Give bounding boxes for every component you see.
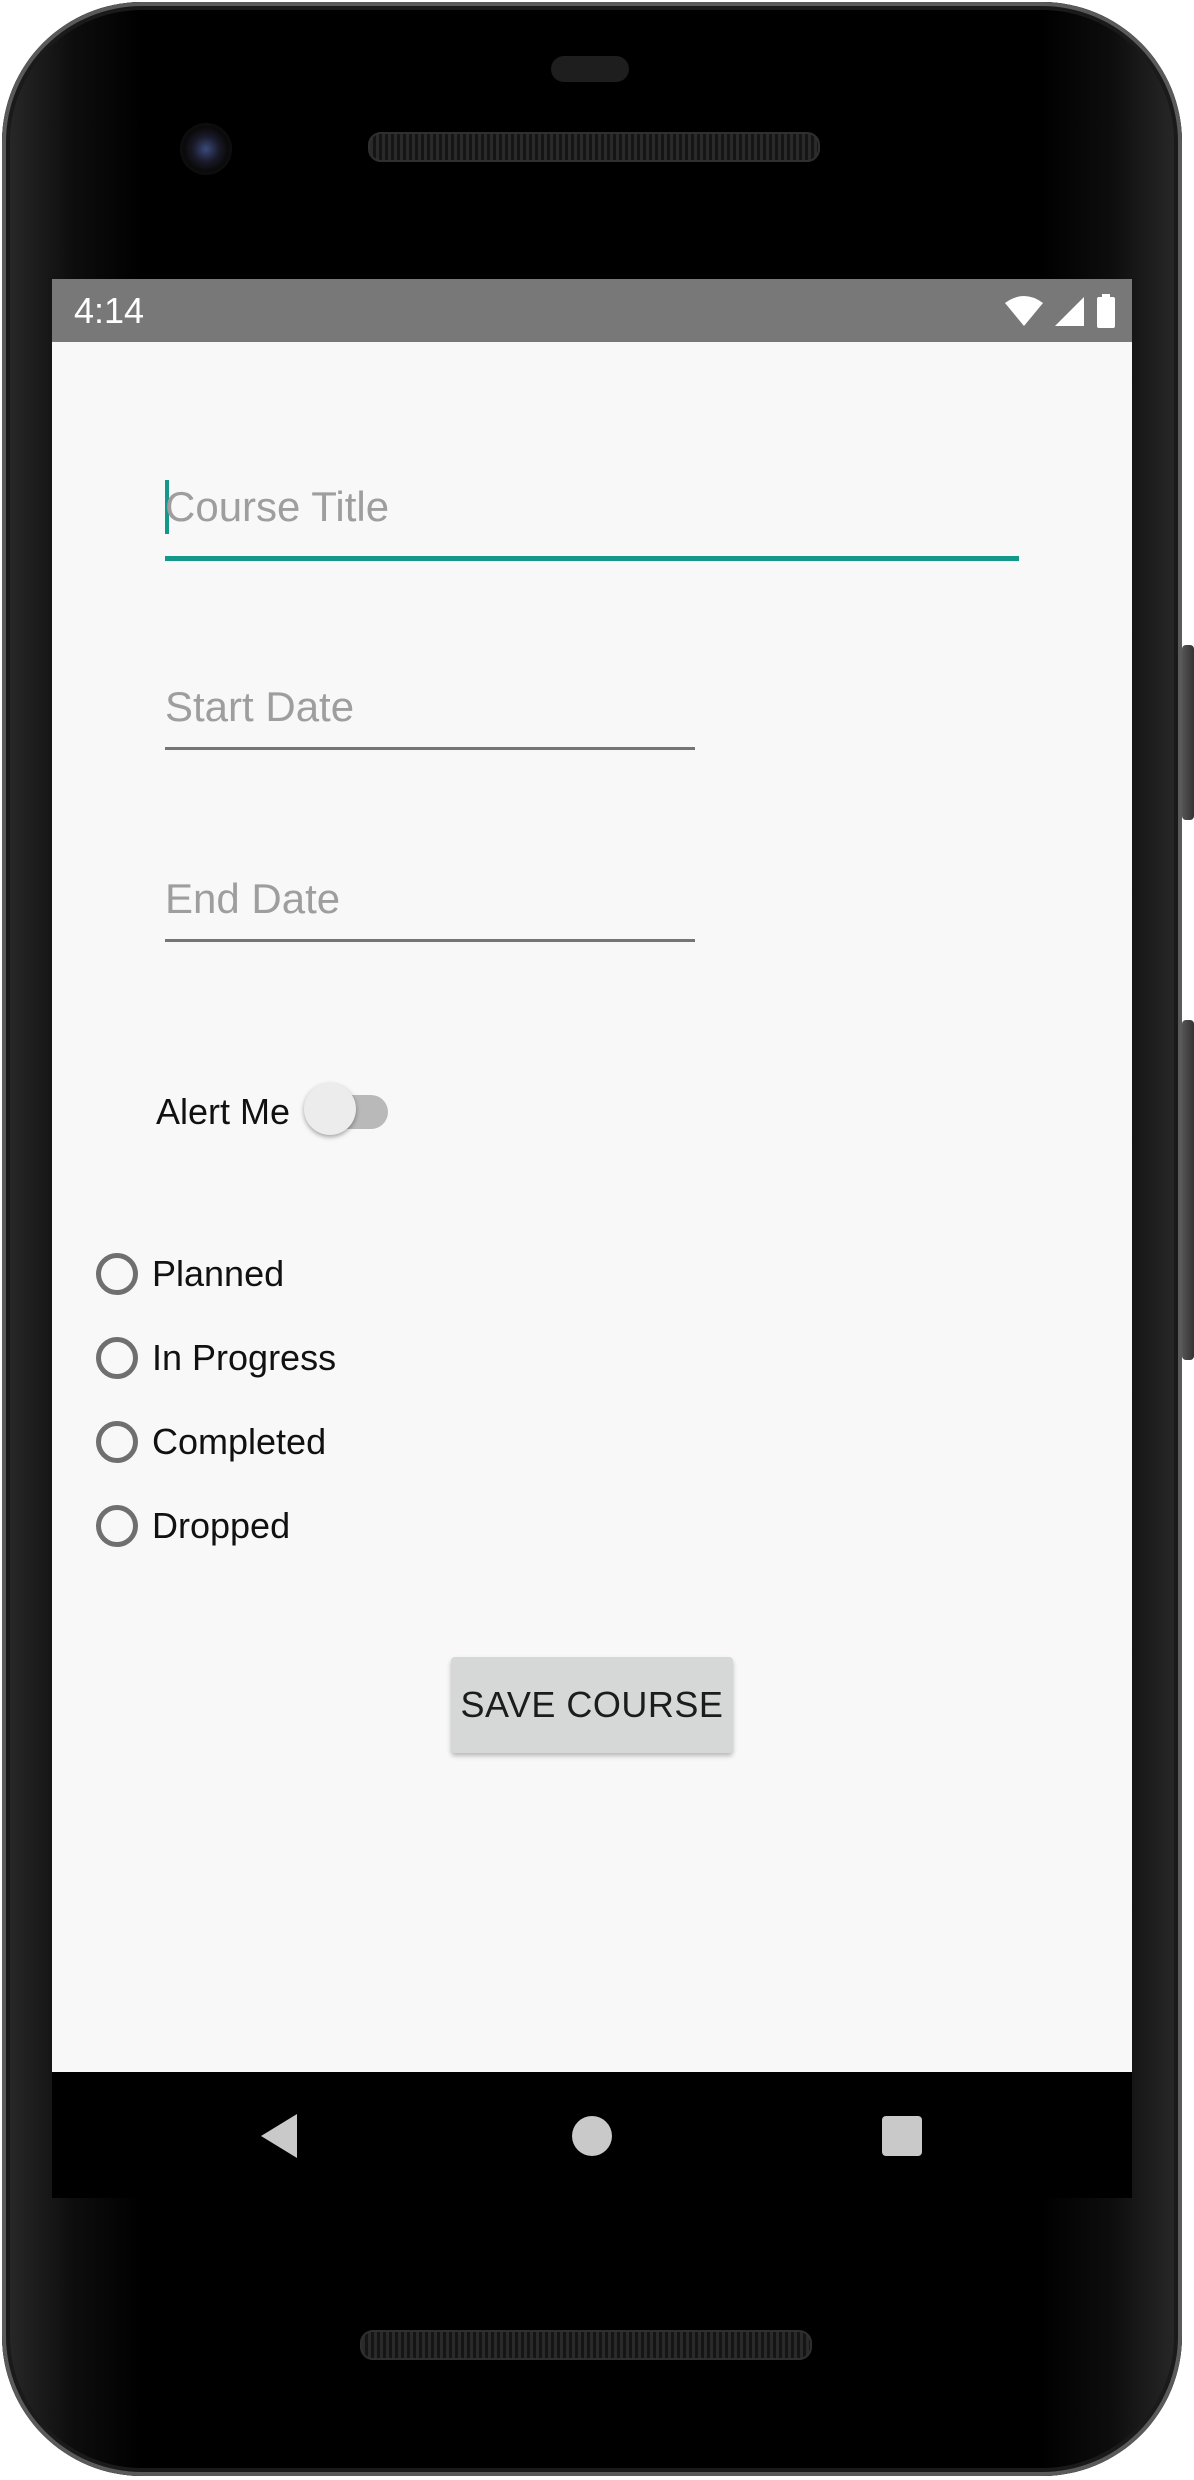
wifi-icon xyxy=(1005,296,1043,326)
end-date-field[interactable]: End Date xyxy=(165,875,695,942)
end-date-placeholder: End Date xyxy=(165,875,341,922)
status-bar: 4:14 xyxy=(52,279,1132,342)
bottom-speaker xyxy=(360,2330,812,2360)
radio-circle-icon xyxy=(96,1421,138,1463)
course-title-field[interactable]: Course Title xyxy=(165,475,1019,561)
home-button[interactable] xyxy=(564,2108,620,2164)
radio-completed[interactable]: Completed xyxy=(94,1412,326,1472)
radio-label: Completed xyxy=(152,1421,327,1462)
navigation-bar xyxy=(52,2072,1132,2198)
end-date-underline xyxy=(165,939,695,942)
app-screen: 4:14 Course Title Start Date End Date Al… xyxy=(52,279,1132,2072)
start-date-placeholder: Start Date xyxy=(165,683,355,730)
radio-label: Dropped xyxy=(152,1505,291,1546)
radio-label: Planned xyxy=(152,1253,285,1294)
alert-me-switch[interactable] xyxy=(304,1080,394,1140)
recents-button[interactable] xyxy=(874,2108,930,2164)
recents-icon xyxy=(882,2116,922,2156)
status-icons xyxy=(1004,291,1116,331)
volume-button xyxy=(1182,1020,1194,1360)
cellular-signal-icon xyxy=(1055,297,1084,326)
radio-dropped[interactable]: Dropped xyxy=(94,1496,290,1556)
proximity-sensor xyxy=(551,56,629,82)
home-icon xyxy=(572,2116,612,2156)
phone-device: 4:14 Course Title Start Date End Date Al… xyxy=(0,0,1194,2480)
status-time: 4:14 xyxy=(74,290,145,331)
start-date-field[interactable]: Start Date xyxy=(165,683,695,750)
battery-icon xyxy=(1097,294,1115,328)
earpiece-speaker xyxy=(368,132,820,162)
radio-circle-icon xyxy=(96,1337,138,1379)
back-button[interactable] xyxy=(252,2108,308,2164)
radio-planned[interactable]: Planned xyxy=(94,1244,284,1304)
save-course-button[interactable]: SAVE COURSE xyxy=(451,1657,733,1753)
start-date-underline xyxy=(165,747,695,750)
course-title-underline xyxy=(165,556,1019,561)
course-title-placeholder: Course Title xyxy=(165,483,390,530)
back-icon xyxy=(261,2114,297,2158)
radio-label: In Progress xyxy=(152,1337,337,1378)
power-button xyxy=(1182,645,1194,820)
radio-circle-icon xyxy=(96,1505,138,1547)
front-camera xyxy=(180,123,232,175)
radio-circle-icon xyxy=(96,1253,138,1295)
radio-in-progress[interactable]: In Progress xyxy=(94,1328,336,1388)
alert-me-label: Alert Me xyxy=(156,1091,291,1132)
switch-thumb xyxy=(304,1083,356,1135)
